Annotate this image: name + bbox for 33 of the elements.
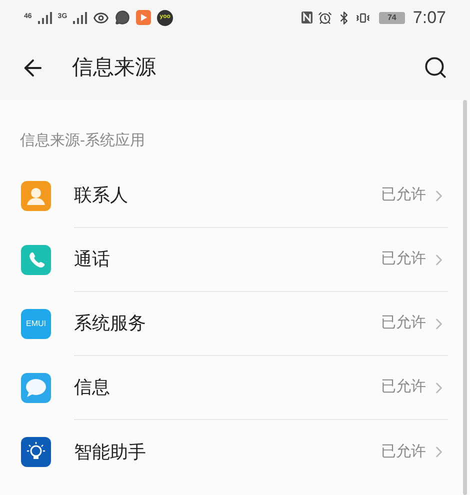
item-name: 智能助手 <box>74 440 146 464</box>
alarm-icon <box>318 10 332 24</box>
item-status: 已允许 <box>381 249 426 270</box>
item-status: 已允许 <box>381 185 426 206</box>
item-status: 已允许 <box>381 442 426 462</box>
list-item[interactable]: 信息 已允许 <box>0 356 470 420</box>
battery-indicator: 74 <box>378 12 405 24</box>
search-button[interactable] <box>423 55 448 80</box>
list-item[interactable]: 通话 已允许 <box>0 228 470 292</box>
nfc-icon <box>300 11 313 24</box>
signal-icon <box>38 12 52 24</box>
vibrate-icon <box>356 10 370 24</box>
item-name: 联系人 <box>74 184 128 207</box>
section-title: 信息来源-系统应用 <box>20 130 145 150</box>
item-status: 已允许 <box>381 377 426 398</box>
list-item[interactable]: 联系人 已允许 <box>0 164 470 228</box>
chat-icon <box>115 10 130 25</box>
lightbulb-icon <box>21 437 51 467</box>
list-item[interactable]: EMUI 系统服务 已允许 <box>0 292 470 356</box>
eye-icon <box>93 10 110 26</box>
item-name: 系统服务 <box>74 312 146 335</box>
item-name: 信息 <box>74 376 110 399</box>
speech-bubble-icon <box>21 373 51 403</box>
item-name: 通话 <box>74 248 110 271</box>
page-title: 信息来源 <box>72 54 156 81</box>
list-item[interactable]: 智能助手 已允许 <box>0 420 470 484</box>
signal-icon <box>73 12 88 24</box>
clock-time: 7:07 <box>412 6 446 29</box>
system-app-icon: EMUI <box>21 309 51 339</box>
phone-icon <box>21 245 51 275</box>
contact-icon <box>21 181 51 211</box>
item-status: 已允许 <box>381 313 426 334</box>
play-app-icon <box>136 10 152 25</box>
